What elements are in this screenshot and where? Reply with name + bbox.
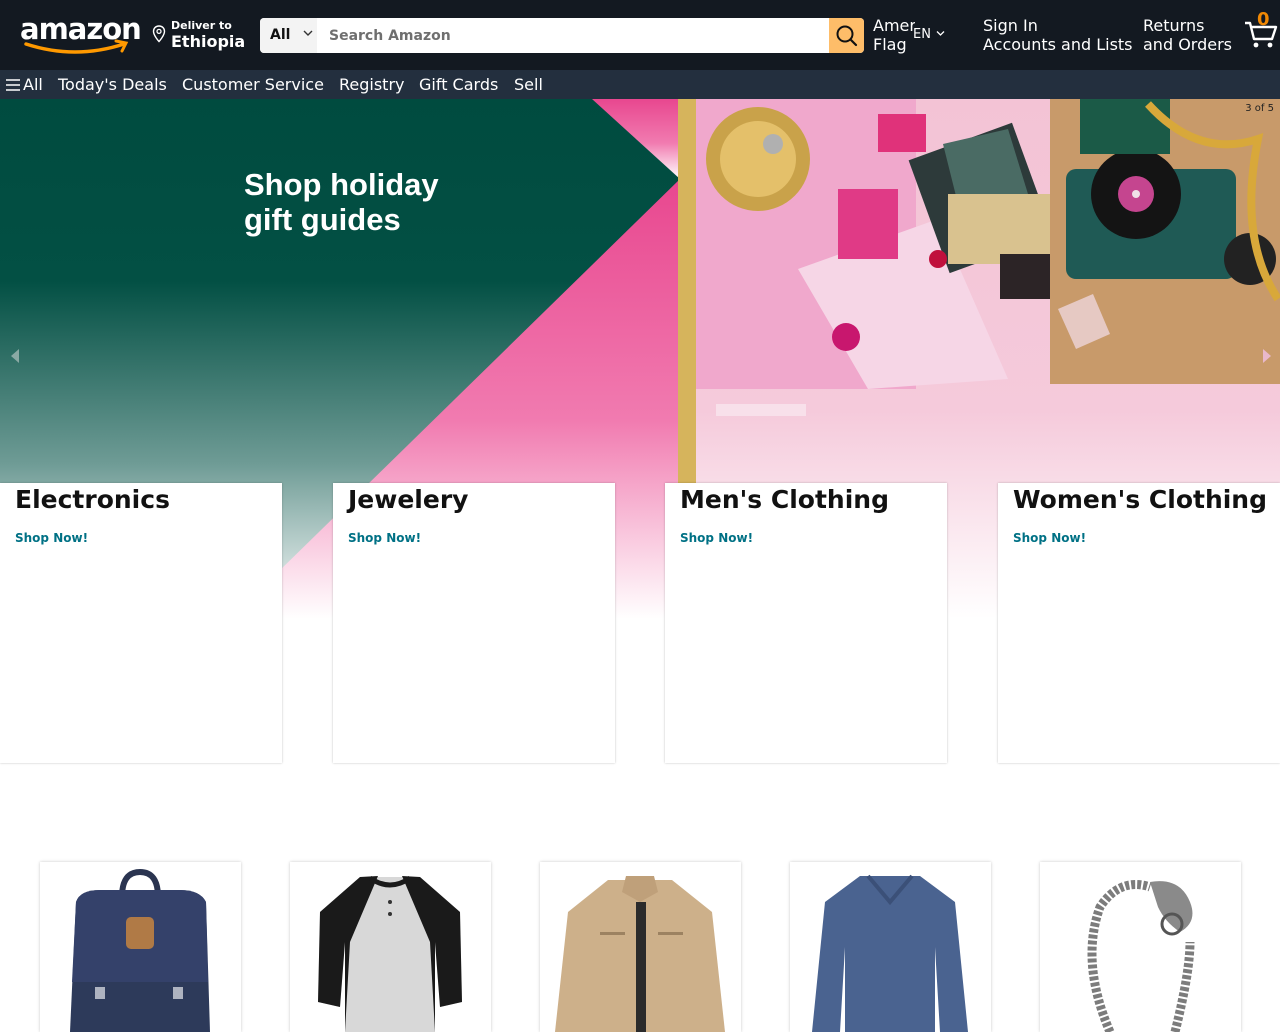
search-category-label: All <box>270 27 291 43</box>
carousel-prev-icon[interactable] <box>10 348 20 364</box>
category-title: Electronics <box>15 485 170 514</box>
all-menu-label: All <box>23 75 43 94</box>
account-menu[interactable]: Sign In Accounts and Lists <box>983 16 1133 54</box>
deliver-to-label: Deliver to <box>171 19 232 32</box>
flag-image-alt-text: American Flag <box>873 16 915 54</box>
language-code: EN <box>913 27 931 42</box>
product-tile-jacket[interactable] <box>540 862 741 1032</box>
language-selector[interactable]: American Flag EN <box>873 16 953 56</box>
product-tile-backpack[interactable] <box>40 862 241 1032</box>
search-category-dropdown[interactable]: All <box>260 18 317 53</box>
search-icon <box>836 25 858 47</box>
raglan-shirt-image <box>318 875 462 1032</box>
slide-counter: 3 of 5 <box>1245 103 1274 114</box>
product-tile-long-sleeve-shirt[interactable] <box>790 862 991 1032</box>
hero-headline-line-2: gift guides <box>244 202 401 237</box>
hamburger-menu-icon <box>6 79 20 91</box>
backpack-image <box>70 868 210 1032</box>
nav-link-gift-cards[interactable]: Gift Cards <box>419 75 498 94</box>
nav-link-registry[interactable]: Registry <box>339 75 405 94</box>
bracelet-image <box>1087 880 1195 1032</box>
hero-headline-line-1: Shop holiday <box>244 167 439 202</box>
category-card-jewelery[interactable]: Jewelery Shop Now! <box>333 483 615 763</box>
product-tile-bracelet[interactable] <box>1040 862 1241 1032</box>
accounts-lists-label: Accounts and Lists <box>983 35 1133 54</box>
chevron-down-icon <box>936 31 945 36</box>
nav-link-customer-service[interactable]: Customer Service <box>182 75 324 94</box>
shop-now-link[interactable]: Shop Now! <box>680 531 753 545</box>
category-title: Jewelery <box>348 485 469 514</box>
deliver-to[interactable]: Deliver to Ethiopia <box>152 17 252 55</box>
search-bar: All <box>260 18 864 53</box>
shop-now-link[interactable]: Shop Now! <box>1013 531 1086 545</box>
location-pin-icon <box>152 25 166 43</box>
search-button[interactable] <box>829 18 864 53</box>
returns-label: Returns <box>1143 16 1205 35</box>
product-tile-raglan-shirt[interactable] <box>290 862 491 1032</box>
search-input[interactable] <box>317 18 829 53</box>
nav-link-sell[interactable]: Sell <box>514 75 543 94</box>
chevron-down-icon <box>303 30 313 36</box>
cart-icon <box>1245 21 1278 48</box>
carousel-next-icon[interactable] <box>1262 348 1272 364</box>
category-card-womens-clothing[interactable]: Women's Clothing Shop Now! <box>998 483 1280 763</box>
returns-orders-link[interactable]: Returns and Orders <box>1143 16 1232 54</box>
category-card-mens-clothing[interactable]: Men's Clothing Shop Now! <box>665 483 947 763</box>
all-menu-button[interactable]: All <box>6 75 43 94</box>
category-title: Women's Clothing <box>1013 485 1268 514</box>
sign-in-label: Sign In <box>983 16 1038 35</box>
long-sleeve-shirt-image <box>812 874 968 1032</box>
category-card-electronics[interactable]: Electronics Shop Now! <box>0 483 282 763</box>
category-title: Men's Clothing <box>680 485 889 514</box>
cart-button[interactable]: 0 <box>1240 8 1280 52</box>
sub-nav-bar: All Today's Deals Customer Service Regis… <box>0 70 1280 99</box>
shop-now-link[interactable]: Shop Now! <box>15 531 88 545</box>
shop-now-link[interactable]: Shop Now! <box>348 531 421 545</box>
amazon-logo[interactable]: amazon <box>20 12 142 54</box>
jacket-image <box>555 876 725 1032</box>
hero-headline: Shop holiday gift guides <box>244 167 439 237</box>
top-nav-bar: amazon Deliver to Ethiopia All Am <box>0 0 1280 70</box>
deliver-to-location: Ethiopia <box>171 32 246 51</box>
logo-smile-icon <box>24 39 129 54</box>
orders-label: and Orders <box>1143 35 1232 54</box>
nav-link-todays-deals[interactable]: Today's Deals <box>58 75 167 94</box>
